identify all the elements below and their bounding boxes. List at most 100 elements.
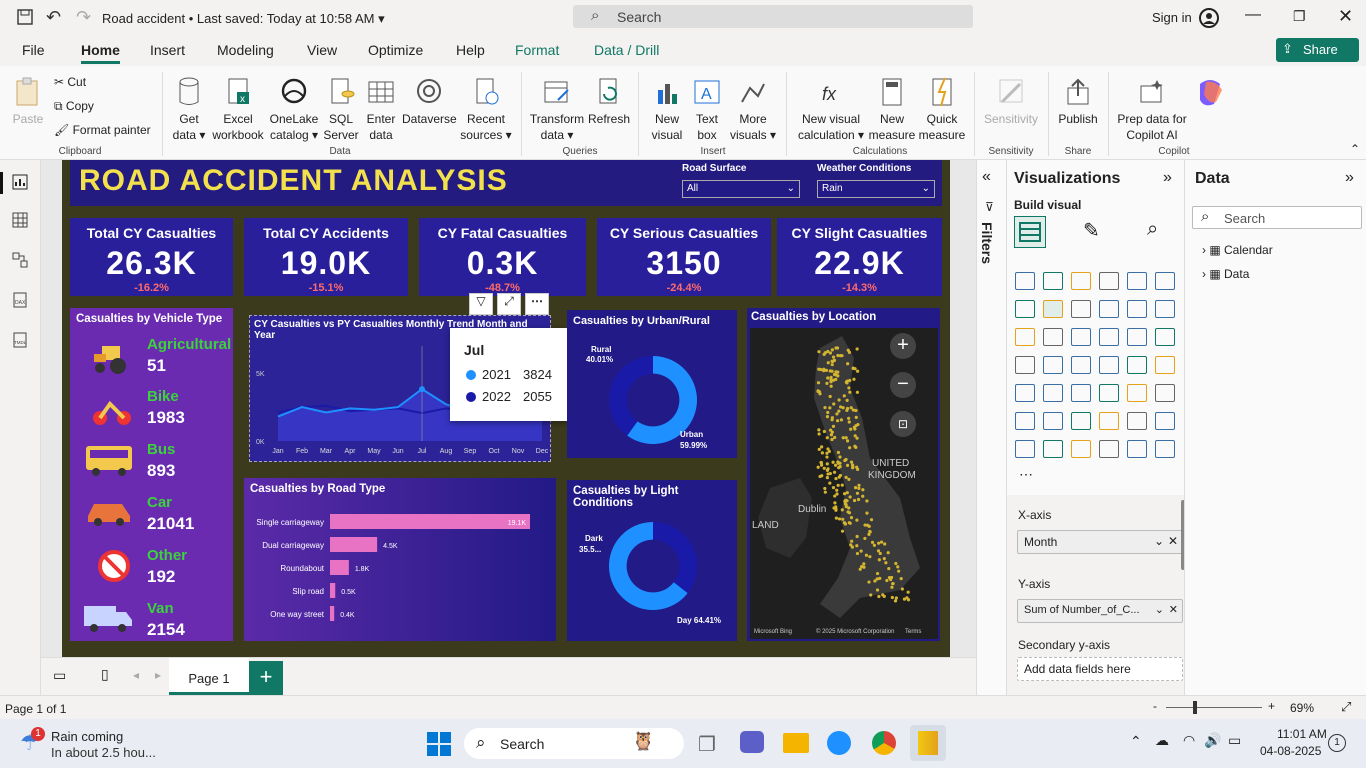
windows-start-icon[interactable] — [427, 732, 451, 756]
map-canvas[interactable]: UNITED KINGDOM Dublin LAND Microsoft Bin… — [750, 328, 938, 639]
build-visual-tab[interactable] — [1014, 216, 1046, 248]
tab-home[interactable]: Home — [81, 42, 120, 64]
new-visual-calculation-button[interactable]: fx New visual calculation ▾ — [795, 76, 867, 143]
road-type-panel[interactable]: Casualties by Road Type Single carriagew… — [244, 478, 556, 641]
task-view-icon[interactable]: ❐ — [698, 732, 716, 757]
tab-insert[interactable]: Insert — [150, 42, 185, 58]
sign-in-link[interactable]: Sign in — [1152, 10, 1192, 25]
onelake-button[interactable]: OneLake catalog ▾ — [268, 76, 320, 143]
transform-data-button[interactable]: Transform data ▾ — [528, 76, 586, 143]
share-button[interactable]: ⇪ Share — [1276, 38, 1359, 62]
search-box[interactable]: ⌕ Search — [573, 5, 973, 28]
more-visuals-ellipsis-icon[interactable]: ⋯ — [1019, 466, 1033, 483]
cloud-icon[interactable]: ☁ — [1155, 732, 1169, 749]
visual-type-icon[interactable] — [1155, 412, 1175, 430]
edge-icon[interactable] — [827, 731, 851, 755]
secondary-yaxis-drop[interactable]: Add data fields here — [1017, 657, 1183, 681]
table-item-calendar[interactable]: › ▦ Calendar — [1202, 243, 1273, 257]
focus-mode-icon[interactable]: ⤢ — [497, 293, 521, 315]
visual-type-icon[interactable] — [1155, 300, 1175, 318]
visual-type-icon[interactable] — [1127, 356, 1147, 374]
volume-icon[interactable]: 🔊 — [1204, 732, 1221, 749]
powerbi-taskbar-button[interactable] — [910, 725, 946, 761]
kpi-card[interactable]: Total CY Accidents 19.0K -15.1% — [244, 218, 408, 296]
remove-field-icon[interactable]: ✕ — [1168, 534, 1178, 548]
collapse-ribbon-icon[interactable]: ⌃ — [1350, 142, 1360, 156]
table-view-icon[interactable] — [12, 212, 28, 228]
tray-chevron-icon[interactable]: ⌃ — [1130, 733, 1142, 750]
chevron-down-icon[interactable]: ⌄ — [1154, 534, 1164, 548]
analytics-icon[interactable]: ⌕ — [1147, 218, 1158, 241]
zoom-slider-thumb[interactable] — [1193, 701, 1197, 714]
vehicle-type-panel[interactable]: Casualties by Vehicle Type Agricultural … — [70, 308, 233, 641]
filters-pane-collapsed[interactable]: « ⊽ Filters — [976, 160, 1006, 695]
filter-icon[interactable]: ▽ — [469, 293, 493, 315]
account-icon[interactable] — [1198, 7, 1220, 29]
tab-data-drill[interactable]: Data / Drill — [594, 42, 659, 58]
page-tab[interactable]: Page 1 — [169, 658, 249, 695]
refresh-button[interactable]: Refresh — [588, 76, 630, 127]
zoom-out-button[interactable]: - — [1153, 699, 1157, 713]
collapse-data-icon[interactable]: » — [1345, 169, 1354, 187]
next-page-icon[interactable]: ▸ — [155, 668, 161, 682]
copy-button[interactable]: ⧉ Copy — [54, 98, 94, 114]
kpi-card[interactable]: CY Slight Casualties 22.9K -14.3% — [777, 218, 942, 296]
visual-type-icon[interactable] — [1127, 384, 1147, 402]
visual-type-icon[interactable] — [1071, 328, 1091, 346]
map-style-icon[interactable]: ⊡ — [890, 411, 916, 437]
visual-type-icon[interactable] — [1015, 384, 1035, 402]
maximize-icon[interactable]: ❐ — [1293, 8, 1306, 25]
zoom-out-icon[interactable]: − — [890, 372, 916, 398]
zoom-in-icon[interactable]: + — [890, 333, 916, 359]
tab-help[interactable]: Help — [456, 42, 485, 58]
visual-type-icon[interactable] — [1043, 412, 1063, 430]
visual-type-icon[interactable] — [1043, 440, 1063, 458]
visual-type-icon[interactable] — [1127, 412, 1147, 430]
tab-optimize[interactable]: Optimize — [368, 42, 423, 58]
clock-time[interactable]: 11:01 AM — [1277, 727, 1327, 741]
report-view-icon[interactable] — [12, 174, 28, 190]
visual-type-icon[interactable] — [1043, 300, 1063, 318]
publish-button[interactable]: Publish — [1055, 76, 1101, 127]
kpi-card[interactable]: Total CY Casualties 26.3K -16.2% — [70, 218, 233, 296]
wifi-icon[interactable]: ◠ — [1183, 732, 1195, 749]
model-view-icon[interactable] — [12, 252, 28, 268]
expand-filters-icon[interactable]: « — [982, 168, 991, 186]
kpi-card[interactable]: CY Serious Casualties 3150 -24.4% — [597, 218, 771, 296]
desktop-layout-icon[interactable]: ▭ — [53, 667, 66, 684]
redo-icon[interactable]: ↷ — [76, 7, 91, 28]
chevron-down-icon[interactable]: ⌄ — [1155, 603, 1164, 616]
more-visuals-button[interactable]: More visuals ▾ — [727, 76, 779, 143]
dax-query-icon[interactable]: DAX — [12, 292, 28, 308]
visual-type-icon[interactable] — [1127, 272, 1147, 290]
visual-type-icon[interactable] — [1099, 356, 1119, 374]
get-data-button[interactable]: Get data ▾ — [168, 76, 210, 143]
dataverse-button[interactable]: Dataverse — [402, 76, 457, 127]
visual-type-icon[interactable] — [1071, 300, 1091, 318]
visual-type-icon[interactable] — [1043, 356, 1063, 374]
visual-type-icon[interactable] — [1099, 272, 1119, 290]
clock-date[interactable]: 04-08-2025 — [1260, 744, 1321, 758]
file-explorer-icon[interactable] — [783, 733, 809, 753]
yaxis-field[interactable]: Sum of Number_of_C... ⌄ ✕ — [1017, 599, 1183, 623]
text-box-button[interactable]: A Text box — [689, 76, 725, 143]
sql-server-button[interactable]: SQL Server — [322, 76, 360, 143]
prep-data-copilot-button[interactable]: Prep data for Copilot AI — [1114, 76, 1190, 143]
sensitivity-button[interactable]: Sensitivity — [980, 76, 1042, 127]
more-options-icon[interactable]: ⋯ — [525, 293, 549, 315]
visual-type-icon[interactable] — [1071, 440, 1091, 458]
tab-view[interactable]: View — [307, 42, 337, 58]
visual-type-icon[interactable] — [1015, 272, 1035, 290]
visual-type-icon[interactable] — [1071, 384, 1091, 402]
visual-type-icon[interactable] — [1155, 440, 1175, 458]
fit-to-page-icon[interactable]: ⤢ — [1341, 699, 1351, 715]
visual-type-icon[interactable] — [1015, 356, 1035, 374]
battery-icon[interactable]: ▭ — [1228, 732, 1241, 749]
visual-type-icon[interactable] — [1127, 440, 1147, 458]
road-surface-slicer[interactable]: All ⌄ — [682, 180, 800, 198]
prev-page-icon[interactable]: ◂ — [133, 668, 139, 682]
visual-type-icon[interactable] — [1043, 272, 1063, 290]
paste-button[interactable]: Paste — [10, 76, 46, 127]
teams-icon[interactable] — [740, 731, 764, 753]
new-measure-button[interactable]: New measure — [868, 76, 916, 143]
